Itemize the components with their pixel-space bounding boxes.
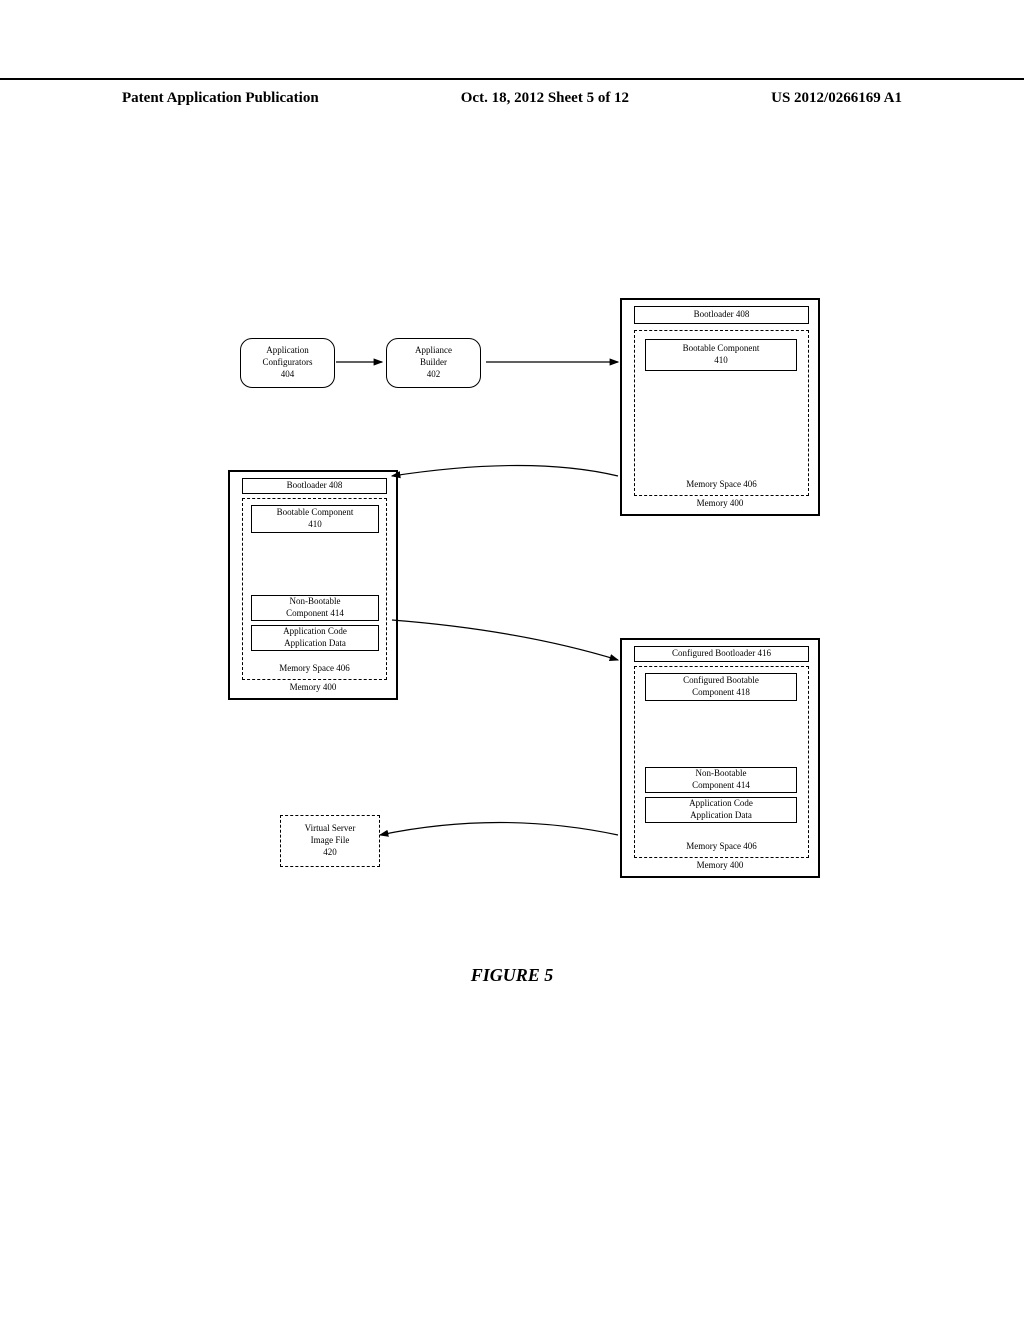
config-bootloader-label: Configured Bootloader 416 (672, 648, 771, 660)
bootloader-mid-label: Bootloader 408 (287, 480, 343, 492)
virtual-server-l3: 420 (323, 847, 337, 859)
application-configurators: Application Configurators 404 (240, 338, 335, 388)
nonbootable-bot-l2: Component 414 (692, 780, 750, 792)
memory-top-txt: Memory 400 (697, 498, 744, 508)
header-right: US 2012/0266169 A1 (771, 90, 902, 107)
memory-space-top-label: Memory Space 406 (635, 479, 808, 491)
bootloader-mid: Bootloader 408 (242, 478, 387, 494)
bootloader-top-label: Bootloader 408 (694, 309, 750, 321)
memory-space-bot-label: Memory Space 406 (635, 841, 808, 853)
appcode-bot-l2: Application Data (690, 810, 752, 822)
memory-space-bot: Configured Bootable Component 418 Non-Bo… (634, 666, 809, 858)
memory-bot-txt: Memory 400 (697, 860, 744, 870)
bootable-component-mid: Bootable Component 410 (251, 505, 379, 533)
header-left: Patent Application Publication (122, 90, 319, 107)
nonbootable-mid-l1: Non-Bootable (290, 596, 341, 608)
memory-mid-txt: Memory 400 (290, 682, 337, 692)
diagram-area: Application Configurators 404 Appliance … (120, 280, 910, 930)
appliance-builder: Appliance Builder 402 (386, 338, 481, 388)
memspace-top-txt: Memory Space 406 (686, 479, 756, 489)
virtual-server-l2: Image File (311, 835, 350, 847)
bootable-component-top: Bootable Component 410 (645, 339, 797, 371)
bootable-mid-l2: 410 (308, 519, 322, 531)
header-middle: Oct. 18, 2012 Sheet 5 of 12 (461, 90, 629, 107)
nonbootable-mid: Non-Bootable Component 414 (251, 595, 379, 621)
memspace-bot-txt: Memory Space 406 (686, 841, 756, 851)
bootable-top-l1: Bootable Component (683, 343, 760, 355)
memory-space-mid-label: Memory Space 406 (243, 663, 386, 675)
configured-bootloader: Configured Bootloader 416 (634, 646, 809, 662)
configured-bootable: Configured Bootable Component 418 (645, 673, 797, 701)
figure-caption: FIGURE 5 (0, 965, 1024, 986)
header: Patent Application Publication Oct. 18, … (0, 78, 1024, 107)
config-bootable-l2: Component 418 (692, 687, 750, 699)
virtual-server-image: Virtual Server Image File 420 (280, 815, 380, 867)
nonbootable-bot-l1: Non-Bootable (696, 768, 747, 780)
virtual-server-l1: Virtual Server (305, 823, 356, 835)
memspace-mid-txt: Memory Space 406 (279, 663, 349, 673)
bootable-top-l2: 410 (714, 355, 728, 367)
memory-space-top: Bootable Component 410 Memory Space 406 (634, 330, 809, 496)
memory-mid-label: Memory 400 (230, 682, 396, 694)
app-builder-l2: Builder (420, 357, 447, 369)
memory-top-label: Memory 400 (622, 498, 818, 510)
memory-top-outer: Bootloader 408 Bootable Component 410 Me… (620, 298, 820, 516)
config-bootable-l1: Configured Bootable (683, 675, 759, 687)
memory-bot-label: Memory 400 (622, 860, 818, 872)
app-configs-l3: 404 (281, 369, 295, 381)
appcode-mid: Application Code Application Data (251, 625, 379, 651)
memory-space-mid: Bootable Component 410 Non-Bootable Comp… (242, 498, 387, 680)
bootable-mid-l1: Bootable Component (277, 507, 354, 519)
app-builder-l1: Appliance (415, 345, 452, 357)
memory-bot-outer: Configured Bootloader 416 Configured Boo… (620, 638, 820, 878)
header-row: Patent Application Publication Oct. 18, … (0, 90, 1024, 107)
appcode-bot-l1: Application Code (689, 798, 753, 810)
app-configs-l2: Configurators (263, 357, 313, 369)
nonbootable-mid-l2: Component 414 (286, 608, 344, 620)
appcode-bot: Application Code Application Data (645, 797, 797, 823)
memory-mid-outer: Bootloader 408 Bootable Component 410 No… (228, 470, 398, 700)
appcode-mid-l2: Application Data (284, 638, 346, 650)
app-configs-l1: Application (266, 345, 309, 357)
app-builder-l3: 402 (427, 369, 441, 381)
appcode-mid-l1: Application Code (283, 626, 347, 638)
nonbootable-bot: Non-Bootable Component 414 (645, 767, 797, 793)
bootloader-top: Bootloader 408 (634, 306, 809, 324)
